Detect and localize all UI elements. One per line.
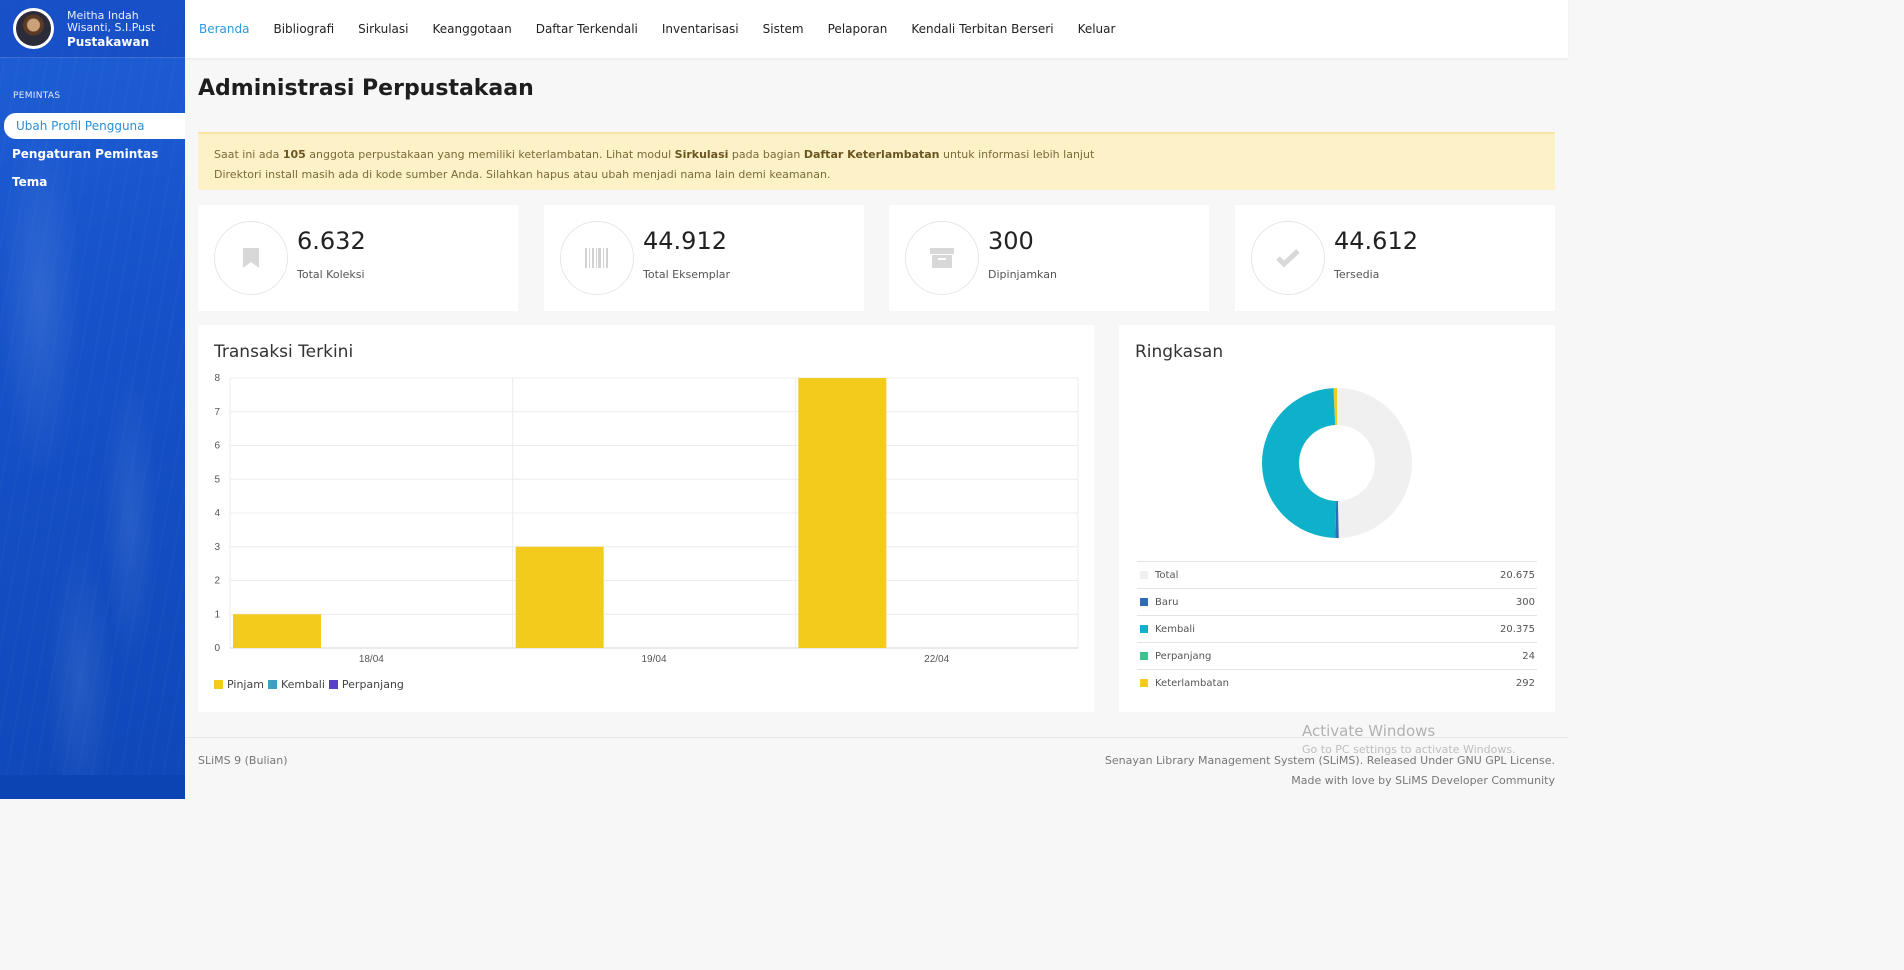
sidebar-item-ubah-profil[interactable]: Ubah Profil Pengguna: [4, 113, 185, 139]
y-tick-label: 5: [214, 474, 220, 485]
legend-swatch: [1140, 625, 1148, 633]
legend-item-pinjam[interactable]: Pinjam: [214, 678, 264, 691]
summary-row-keterlambatan: Keterlambatan 292: [1137, 669, 1537, 696]
summary-value: 20.375: [1500, 623, 1535, 635]
nav-daftar-terkendali[interactable]: Daftar Terkendali: [536, 22, 638, 36]
y-tick-label: 3: [214, 542, 220, 553]
stat-value: 300: [988, 227, 1034, 255]
stat-card-tersedia: 44.612 Tersedia: [1235, 205, 1555, 311]
legend-item-perpanjang[interactable]: Perpanjang: [328, 678, 404, 691]
stat-value: 44.912: [643, 227, 727, 255]
sidebar-item-tema[interactable]: Tema: [0, 169, 185, 195]
footer-credit: Made with love by SLiMS Developer Commun…: [1291, 774, 1555, 787]
stat-card-dipinjamkan: 300 Dipinjamkan: [889, 205, 1209, 311]
donut-slice-kembali[interactable]: [1262, 388, 1337, 538]
sidebar: Meitha Indah Wisanti, S.I.Pust Pustakawa…: [0, 0, 185, 799]
sidebar-section-title: PEMINTAS: [13, 91, 61, 101]
footer-version: SLiMS 9 (Bulian): [198, 754, 288, 767]
legend-swatch: [1140, 679, 1148, 687]
y-tick-label: 7: [214, 407, 220, 418]
legend-swatch: [1140, 571, 1148, 579]
x-tick-label: 19/04: [641, 654, 666, 665]
summary-value: 20.675: [1500, 569, 1535, 581]
barcode-icon: [560, 221, 634, 295]
alert-warning: Saat ini ada 105 anggota perpustakaan ya…: [198, 132, 1555, 190]
legend-swatch: [1140, 598, 1148, 606]
transaction-bar-chart: 0 1 2 3 4 5 6 7 8 18/04 19/04 22/04: [214, 373, 1079, 665]
summary-label: Total: [1155, 569, 1179, 581]
summary-label: Baru: [1155, 596, 1179, 608]
y-tick-label: 2: [214, 576, 220, 587]
y-tick-label: 6: [214, 441, 220, 452]
summary-row-baru: Baru 300: [1137, 588, 1537, 615]
stat-label: Total Koleksi: [297, 268, 365, 281]
windows-activation-subtitle: Go to PC settings to activate Windows.: [1302, 743, 1516, 756]
summary-value: 24: [1522, 650, 1535, 662]
summary-row-kembali: Kembali 20.375: [1137, 615, 1537, 642]
user-name: Meitha Indah Wisanti, S.I.Pust: [67, 8, 156, 34]
sidebar-footer-strip: [0, 775, 185, 799]
y-tick-label: 1: [214, 609, 220, 620]
alert-link-sirkulasi[interactable]: Sirkulasi: [675, 148, 729, 161]
nav-keluar[interactable]: Keluar: [1078, 22, 1116, 36]
nav-beranda[interactable]: Beranda: [199, 22, 249, 36]
summary-row-total: Total 20.675: [1137, 561, 1537, 588]
panel-title: Transaksi Terkini: [214, 342, 354, 362]
y-tick-label: 8: [214, 373, 220, 384]
nav-sirkulasi[interactable]: Sirkulasi: [358, 22, 408, 36]
bookmark-icon: [214, 221, 288, 295]
alert-link-daftar-keterlambatan[interactable]: Daftar Keterlambatan: [804, 148, 940, 161]
stat-label: Dipinjamkan: [988, 268, 1057, 281]
stat-card-total-eksemplar: 44.912 Total Eksemplar: [544, 205, 864, 311]
panel-ringkasan: Ringkasan Total 20.675 Baru 300 Kembali 20.37…: [1119, 325, 1555, 712]
x-tick-label: 22/04: [924, 654, 949, 665]
avatar[interactable]: [13, 8, 54, 49]
legend-item-kembali[interactable]: Kembali: [267, 678, 325, 691]
nav-kendali-terbitan-berseri[interactable]: Kendali Terbitan Berseri: [911, 22, 1053, 36]
x-tick-label: 18/04: [359, 654, 384, 665]
main-content: Administrasi Perpustakaan Saat ini ada 1…: [185, 58, 1568, 799]
windows-activation-title: Activate Windows: [1302, 722, 1436, 740]
y-tick-label: 0: [214, 643, 220, 654]
bar-pinjam-22-04[interactable]: [798, 378, 887, 648]
nav-pelaporan[interactable]: Pelaporan: [828, 22, 888, 36]
summary-value: 292: [1515, 677, 1535, 689]
check-icon: [1251, 221, 1325, 295]
archive-icon: [905, 221, 979, 295]
top-navigation: Beranda Bibliografi Sirkulasi Keanggotaa…: [185, 0, 1568, 58]
chart-legend: Pinjam Kembali Perpanjang: [214, 678, 408, 691]
stat-value: 6.632: [297, 227, 366, 255]
summary-label: Keterlambatan: [1155, 677, 1229, 689]
y-tick-label: 4: [214, 508, 220, 519]
nav-inventarisasi[interactable]: Inventarisasi: [662, 22, 739, 36]
nav-sistem[interactable]: Sistem: [763, 22, 804, 36]
stat-value: 44.612: [1334, 227, 1418, 255]
overdue-count: 105: [282, 148, 306, 161]
summary-donut-chart: [1262, 388, 1412, 538]
bar-pinjam-18-04[interactable]: [233, 614, 321, 648]
summary-label: Kembali: [1155, 623, 1195, 635]
panel-transaksi-terkini: Transaksi Terkini 0 1 2 3 4 5 6 7 8 18/04 19/04 22/…: [198, 325, 1094, 712]
nav-keanggotaan[interactable]: Keanggotaan: [432, 22, 511, 36]
page-title: Administrasi Perpustakaan: [198, 76, 534, 101]
legend-swatch: [1140, 652, 1148, 660]
stat-label: Total Eksemplar: [643, 268, 731, 281]
alert-line-overdue: Saat ini ada 105 anggota perpustakaan ya…: [214, 148, 1095, 161]
summary-row-perpanjang: Perpanjang 24: [1137, 642, 1537, 669]
donut-slice-total[interactable]: [1337, 388, 1412, 538]
stat-label: Tersedia: [1334, 268, 1380, 281]
sidebar-item-pengaturan-pemintas[interactable]: Pengaturan Pemintas: [0, 141, 185, 167]
nav-bibliografi[interactable]: Bibliografi: [273, 22, 334, 36]
alert-line-install-dir: Direktori install masih ada di kode sumb…: [214, 168, 831, 181]
user-profile[interactable]: Meitha Indah Wisanti, S.I.Pust Pustakawa…: [0, 0, 185, 58]
stat-card-total-koleksi: 6.632 Total Koleksi: [198, 205, 518, 311]
summary-label: Perpanjang: [1155, 650, 1212, 662]
summary-value: 300: [1515, 596, 1535, 608]
avatar-image: [16, 11, 51, 46]
user-role: Pustakawan: [67, 34, 150, 49]
panel-title: Ringkasan: [1135, 342, 1224, 362]
bar-pinjam-19-04[interactable]: [515, 546, 604, 648]
